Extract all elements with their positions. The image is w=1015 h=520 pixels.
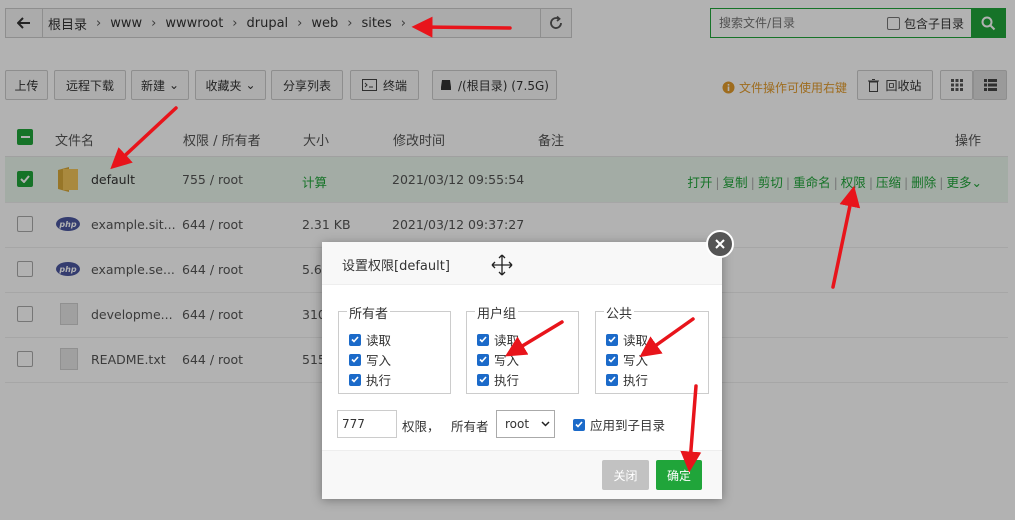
checkbox-checked[interactable]	[477, 353, 489, 366]
perm-write[interactable]: 写入	[349, 350, 391, 369]
perm-label: 读取	[494, 333, 520, 348]
apply-subdir-checkbox[interactable]	[573, 418, 585, 431]
dialog-footer: 关闭 确定	[322, 450, 722, 499]
check-icon	[608, 336, 616, 343]
perm-write[interactable]: 写入	[606, 350, 648, 369]
check-icon	[608, 376, 616, 383]
perm-value-input[interactable]	[337, 410, 397, 438]
checkbox-checked[interactable]	[606, 333, 618, 346]
checkbox-checked[interactable]	[349, 333, 361, 346]
close-icon	[715, 239, 725, 249]
perm-label: 写入	[366, 353, 392, 368]
perm-exec[interactable]: 执行	[606, 370, 648, 389]
close-button[interactable]: 关闭	[602, 460, 649, 490]
check-icon	[575, 421, 583, 428]
checkbox-checked[interactable]	[349, 353, 361, 366]
perm-label: 执行	[366, 373, 392, 388]
dialog-title: 设置权限[default]	[342, 259, 450, 274]
owner-select[interactable]: root	[496, 410, 555, 438]
checkbox-checked[interactable]	[477, 373, 489, 386]
perm-exec[interactable]: 执行	[349, 370, 391, 389]
group-legend: 用户组	[475, 303, 519, 322]
public-group: 公共 读取 写入 执行	[595, 303, 709, 394]
perm-label: 权限，	[402, 419, 440, 434]
user-group: 用户组 读取 写入 执行	[466, 303, 579, 394]
apply-subdir-option[interactable]: 应用到子目录	[573, 415, 665, 434]
dialog-header[interactable]: 设置权限[default]	[322, 242, 722, 285]
owner-group: 所有者 读取 写入 执行	[338, 303, 451, 394]
check-icon	[351, 336, 359, 343]
owner-label: 所有者	[451, 419, 489, 434]
group-legend: 公共	[604, 303, 635, 322]
perm-label: 执行	[623, 373, 649, 388]
perm-label: 读取	[366, 333, 392, 348]
confirm-button[interactable]: 确定	[656, 460, 702, 490]
check-icon	[479, 376, 487, 383]
perm-label: 写入	[494, 353, 520, 368]
perm-read[interactable]: 读取	[606, 330, 648, 349]
checkbox-checked[interactable]	[477, 333, 489, 346]
check-icon	[479, 336, 487, 343]
perm-label: 执行	[494, 373, 520, 388]
permission-dialog: 设置权限[default] 所有者 读取 写入 执行 用户组 读取 写入 执行 …	[322, 230, 734, 499]
perm-read[interactable]: 读取	[349, 330, 391, 349]
perm-exec[interactable]: 执行	[477, 370, 519, 389]
move-icon	[491, 254, 513, 276]
perm-label: 写入	[623, 353, 649, 368]
check-icon	[479, 356, 487, 363]
checkbox-checked[interactable]	[349, 373, 361, 386]
check-icon	[608, 356, 616, 363]
apply-subdir-label: 应用到子目录	[590, 418, 666, 433]
check-icon	[351, 376, 359, 383]
perm-read[interactable]: 读取	[477, 330, 519, 349]
dialog-close-button[interactable]	[706, 230, 734, 258]
check-icon	[351, 356, 359, 363]
checkbox-checked[interactable]	[606, 373, 618, 386]
owner-value: root	[505, 417, 530, 431]
chevron-down-icon	[541, 421, 550, 427]
checkbox-checked[interactable]	[606, 353, 618, 366]
perm-write[interactable]: 写入	[477, 350, 519, 369]
perm-label: 读取	[623, 333, 649, 348]
group-legend: 所有者	[347, 303, 391, 322]
